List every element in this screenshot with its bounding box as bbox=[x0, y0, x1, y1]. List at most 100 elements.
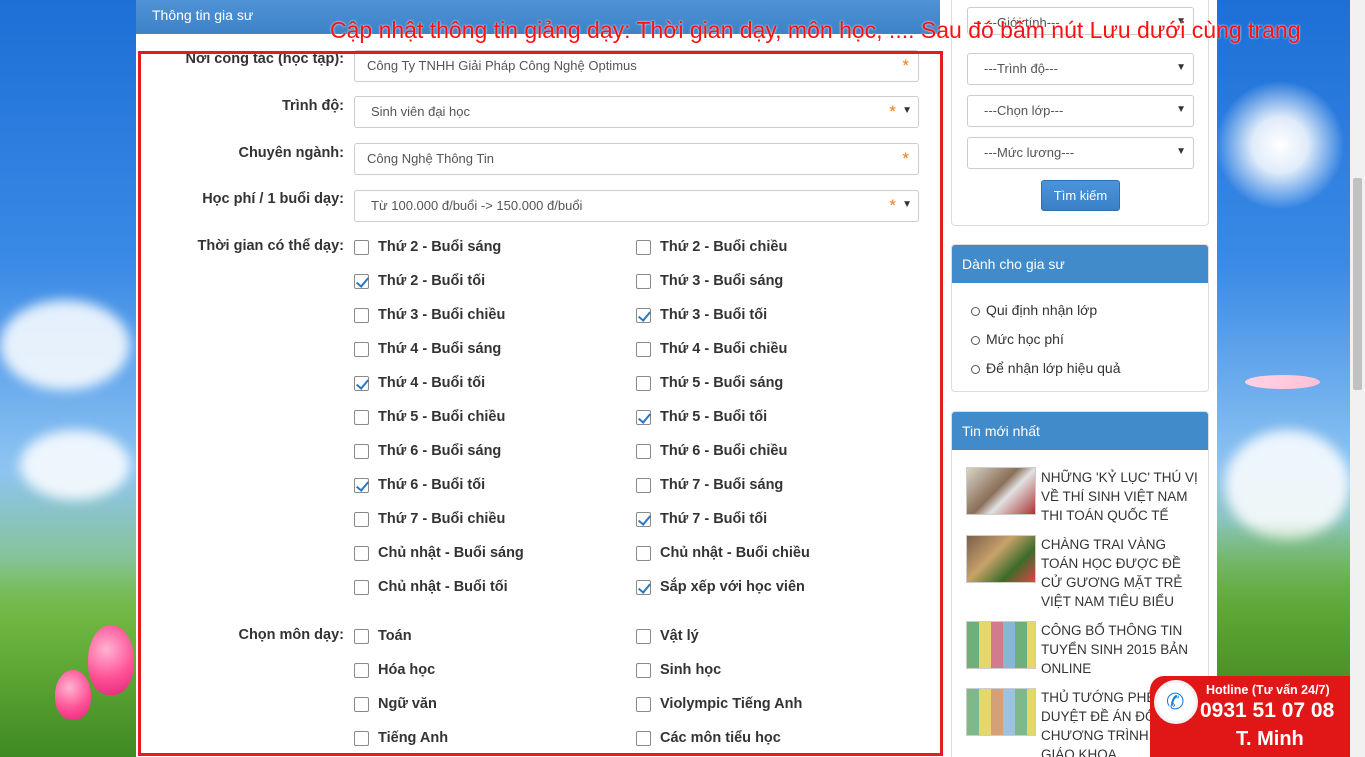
schedule-checkbox[interactable] bbox=[354, 375, 369, 391]
subject-checkbox-row[interactable]: Vật lý bbox=[636, 626, 699, 646]
schedule-checkbox-label: Thứ 5 - Buổi tối bbox=[660, 409, 768, 425]
schedule-checkbox-row[interactable]: Thứ 4 - Buổi chiều bbox=[636, 339, 787, 359]
news-thumbnail-image[interactable] bbox=[966, 688, 1036, 736]
schedule-checkbox[interactable] bbox=[636, 409, 651, 425]
schedule-checkbox-row[interactable]: Thứ 3 - Buổi chiều bbox=[354, 305, 505, 325]
schedule-checkbox[interactable] bbox=[636, 341, 651, 357]
level-select[interactable]: Sinh viên đại học * ▼ bbox=[354, 96, 919, 128]
schedule-checkbox[interactable] bbox=[636, 545, 651, 561]
subject-checkbox[interactable] bbox=[636, 662, 651, 678]
schedule-checkbox[interactable] bbox=[636, 239, 651, 255]
news-item-title[interactable]: CHÀNG TRAI VÀNG TOÁN HỌC ĐƯỢC ĐỀ CỬ GƯƠN… bbox=[1041, 535, 1199, 611]
major-field[interactable]: Công Nghệ Thông Tin * bbox=[354, 143, 919, 175]
subject-checkbox-row[interactable]: Ngữ văn bbox=[354, 694, 437, 714]
schedule-checkbox-row[interactable]: Thứ 4 - Buổi sáng bbox=[354, 339, 501, 359]
salary-filter-select[interactable]: ---Mức lương--- ▼ bbox=[967, 137, 1194, 169]
workplace-field[interactable]: Công Ty TNHH Giải Pháp Công Nghệ Optimus… bbox=[354, 50, 919, 82]
schedule-checkbox-row[interactable]: Thứ 5 - Buổi chiều bbox=[354, 407, 505, 427]
schedule-checkbox[interactable] bbox=[354, 511, 369, 527]
schedule-checkbox-row[interactable]: Thứ 6 - Buổi sáng bbox=[354, 441, 501, 461]
news-item-title-text: CHÀNG TRAI VÀNG TOÁN HỌC ĐƯỢC ĐỀ CỬ GƯƠN… bbox=[1041, 537, 1183, 609]
schedule-checkbox[interactable] bbox=[354, 273, 369, 289]
schedule-checkbox-row[interactable]: Sắp xếp với học viên bbox=[636, 577, 805, 597]
schedule-checkbox-label: Thứ 4 - Buổi tối bbox=[378, 375, 486, 391]
schedule-checkbox-row[interactable]: Thứ 7 - Buổi sáng bbox=[636, 475, 783, 495]
schedule-checkbox[interactable] bbox=[636, 443, 651, 459]
schedule-checkbox[interactable] bbox=[636, 375, 651, 391]
hotline-badge[interactable]: ✆ Hotline (Tư vấn 24/7) 0931 51 07 08 T.… bbox=[1150, 676, 1350, 757]
subject-checkbox-label: Hóa học bbox=[378, 662, 436, 678]
schedule-checkbox-label: Thứ 2 - Buổi sáng bbox=[378, 239, 502, 255]
workplace-value: Công Ty TNHH Giải Pháp Công Nghệ Optimus bbox=[367, 58, 637, 73]
schedule-label: Thời gian có thể dạy: bbox=[197, 238, 344, 254]
schedule-checkbox-row[interactable]: Thứ 2 - Buổi chiều bbox=[636, 237, 787, 257]
subject-checkbox[interactable] bbox=[354, 662, 369, 678]
schedule-checkbox-row[interactable]: Thứ 4 - Buổi tối bbox=[354, 373, 485, 393]
subject-checkbox[interactable] bbox=[636, 696, 651, 712]
schedule-checkbox-row[interactable]: Chủ nhật - Buổi sáng bbox=[354, 543, 524, 563]
subject-checkbox-row[interactable]: Sinh học bbox=[636, 660, 721, 680]
subject-checkbox[interactable] bbox=[354, 730, 369, 746]
page-scrollbar[interactable] bbox=[1350, 0, 1365, 757]
schedule-checkbox[interactable] bbox=[636, 307, 651, 323]
hotline-name: T. Minh bbox=[1236, 728, 1304, 750]
schedule-checkbox-row[interactable]: Chủ nhật - Buổi tối bbox=[354, 577, 508, 597]
schedule-checkbox[interactable] bbox=[354, 443, 369, 459]
schedule-checkbox[interactable] bbox=[636, 511, 651, 527]
schedule-checkbox[interactable] bbox=[354, 239, 369, 255]
instruction-annotation: Cập nhật thông tin giảng dạy: Thời gian … bbox=[330, 17, 1301, 43]
schedule-checkbox-row[interactable]: Thứ 2 - Buổi sáng bbox=[354, 237, 501, 257]
schedule-checkbox-label: Thứ 5 - Buổi chiều bbox=[378, 409, 506, 425]
news-thumbnail-image[interactable] bbox=[966, 535, 1036, 583]
schedule-checkbox-row[interactable]: Thứ 3 - Buổi tối bbox=[636, 305, 767, 325]
schedule-checkbox-row[interactable]: Thứ 2 - Buổi tối bbox=[354, 271, 485, 291]
schedule-checkbox[interactable] bbox=[354, 579, 369, 595]
news-thumbnail-image[interactable] bbox=[966, 467, 1036, 515]
class-filter-select[interactable]: ---Chọn lớp--- ▼ bbox=[967, 95, 1194, 127]
link-fees[interactable]: Mức học phí bbox=[971, 331, 1064, 347]
schedule-checkbox-label: Thứ 7 - Buổi tối bbox=[660, 511, 768, 527]
schedule-checkbox-row[interactable]: Thứ 5 - Buổi tối bbox=[636, 407, 767, 427]
level-value: Sinh viên đại học bbox=[371, 104, 471, 119]
schedule-checkbox-row[interactable]: Chủ nhật - Buổi chiều bbox=[636, 543, 810, 563]
link-tips[interactable]: Để nhận lớp hiệu quả bbox=[971, 360, 1121, 376]
subject-checkbox-row[interactable]: Toán bbox=[354, 626, 412, 646]
fee-select[interactable]: Từ 100.000 đ/buổi -> 150.000 đ/buổi * ▼ bbox=[354, 190, 919, 222]
schedule-checkbox-row[interactable]: Thứ 6 - Buổi tối bbox=[354, 475, 485, 495]
subject-checkbox-label: Các môn tiểu học bbox=[660, 730, 781, 746]
schedule-checkbox[interactable] bbox=[354, 545, 369, 561]
schedule-checkbox-row[interactable]: Thứ 6 - Buổi chiều bbox=[636, 441, 787, 461]
schedule-checkbox-row[interactable]: Thứ 3 - Buổi sáng bbox=[636, 271, 783, 291]
schedule-checkbox-row[interactable]: Thứ 7 - Buổi tối bbox=[636, 509, 767, 529]
news-item-title[interactable]: CÔNG BỐ THÔNG TIN TUYỂN SINH 2015 BẢN ON… bbox=[1041, 621, 1199, 678]
schedule-checkbox[interactable] bbox=[354, 477, 369, 493]
schedule-checkbox[interactable] bbox=[636, 579, 651, 595]
required-mark: * bbox=[902, 56, 909, 75]
scrollbar-thumb[interactable] bbox=[1353, 178, 1362, 390]
subject-checkbox[interactable] bbox=[354, 696, 369, 712]
cloud-decoration bbox=[20, 430, 130, 500]
schedule-checkbox[interactable] bbox=[636, 477, 651, 493]
cloud-decoration bbox=[0, 300, 130, 390]
subject-checkbox[interactable] bbox=[636, 730, 651, 746]
subject-checkbox-row[interactable]: Tiếng Anh bbox=[354, 728, 448, 748]
schedule-checkbox-row[interactable]: Thứ 7 - Buổi chiều bbox=[354, 509, 505, 529]
news-item-title[interactable]: NHỮNG 'KỶ LỤC' THÚ VỊ VỀ THÍ SINH VIỆT N… bbox=[1041, 468, 1199, 525]
link-rules[interactable]: Qui định nhận lớp bbox=[970, 302, 1097, 318]
news-thumbnail-image[interactable] bbox=[966, 621, 1036, 669]
subject-checkbox-row[interactable]: Các môn tiểu học bbox=[636, 728, 781, 748]
schedule-checkbox[interactable] bbox=[354, 409, 369, 425]
subject-checkbox[interactable] bbox=[354, 628, 369, 644]
subject-checkbox[interactable] bbox=[636, 628, 651, 644]
subject-checkbox-label: Tiếng Anh bbox=[378, 730, 449, 746]
schedule-checkbox-label: Thứ 6 - Buổi sáng bbox=[378, 443, 502, 459]
subject-checkbox-label: Toán bbox=[378, 628, 412, 644]
schedule-checkbox-row[interactable]: Thứ 5 - Buổi sáng bbox=[636, 373, 783, 393]
subject-checkbox-row[interactable]: Violympic Tiếng Anh bbox=[636, 694, 802, 714]
schedule-checkbox[interactable] bbox=[636, 273, 651, 289]
search-button[interactable]: Tìm kiếm bbox=[1041, 180, 1120, 211]
schedule-checkbox[interactable] bbox=[354, 307, 369, 323]
subject-checkbox-row[interactable]: Hóa học bbox=[354, 660, 435, 680]
level-filter-select[interactable]: ---Trình độ--- ▼ bbox=[967, 53, 1194, 85]
schedule-checkbox[interactable] bbox=[354, 341, 369, 357]
